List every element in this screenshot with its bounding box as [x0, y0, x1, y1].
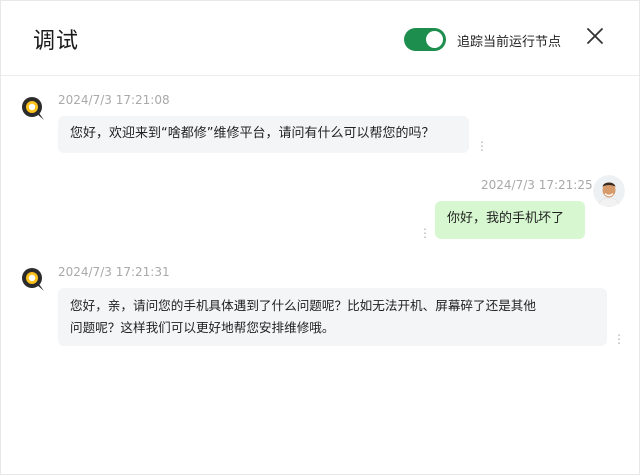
- more-vertical-icon[interactable]: ⋮: [419, 226, 431, 240]
- toggle-knob: [426, 31, 443, 48]
- more-vertical-icon[interactable]: ⋮: [613, 332, 625, 346]
- bot-message-bubble: 您好，亲，请问您的手机具体遇到了什么问题呢？比如无法开机、屏幕碎了还是其他 问题…: [58, 288, 607, 346]
- user-message-bubble: 你好，我的手机坏了: [435, 201, 585, 239]
- message-text: 你好，我的手机坏了: [447, 211, 565, 226]
- message-timestamp: 2024/7/3 17:21:25: [481, 178, 593, 192]
- more-vertical-icon[interactable]: ⋮: [476, 139, 488, 153]
- trace-node-label: 追踪当前运行节点: [457, 35, 562, 50]
- message-text-line: 问题呢？这样我们可以更好地帮您安排维修哦。: [70, 320, 335, 335]
- bot-avatar-icon: [22, 268, 44, 291]
- close-icon[interactable]: [585, 26, 605, 46]
- trace-node-toggle[interactable]: [404, 28, 446, 51]
- user-avatar: [593, 175, 625, 207]
- bot-avatar-icon: [22, 97, 44, 120]
- debug-panel: 调试 追踪当前运行节点 2024/7/3 17:21:08 您好，欢迎来到“啥都…: [0, 0, 640, 475]
- bot-message-bubble: 您好，欢迎来到“啥都修”维修平台，请问有什么可以帮您的吗？: [58, 116, 469, 153]
- message-timestamp: 2024/7/3 17:21:08: [58, 93, 170, 107]
- panel-header: 调试 追踪当前运行节点: [1, 1, 639, 76]
- panel-title: 调试: [33, 29, 80, 54]
- message-text-line: 您好，亲，请问您的手机具体遇到了什么问题呢？比如无法开机、屏幕碎了还是其他: [70, 298, 536, 313]
- message-text: 您好，欢迎来到“啥都修”维修平台，请问有什么可以帮您的吗？: [70, 126, 435, 141]
- message-timestamp: 2024/7/3 17:21:31: [58, 265, 170, 279]
